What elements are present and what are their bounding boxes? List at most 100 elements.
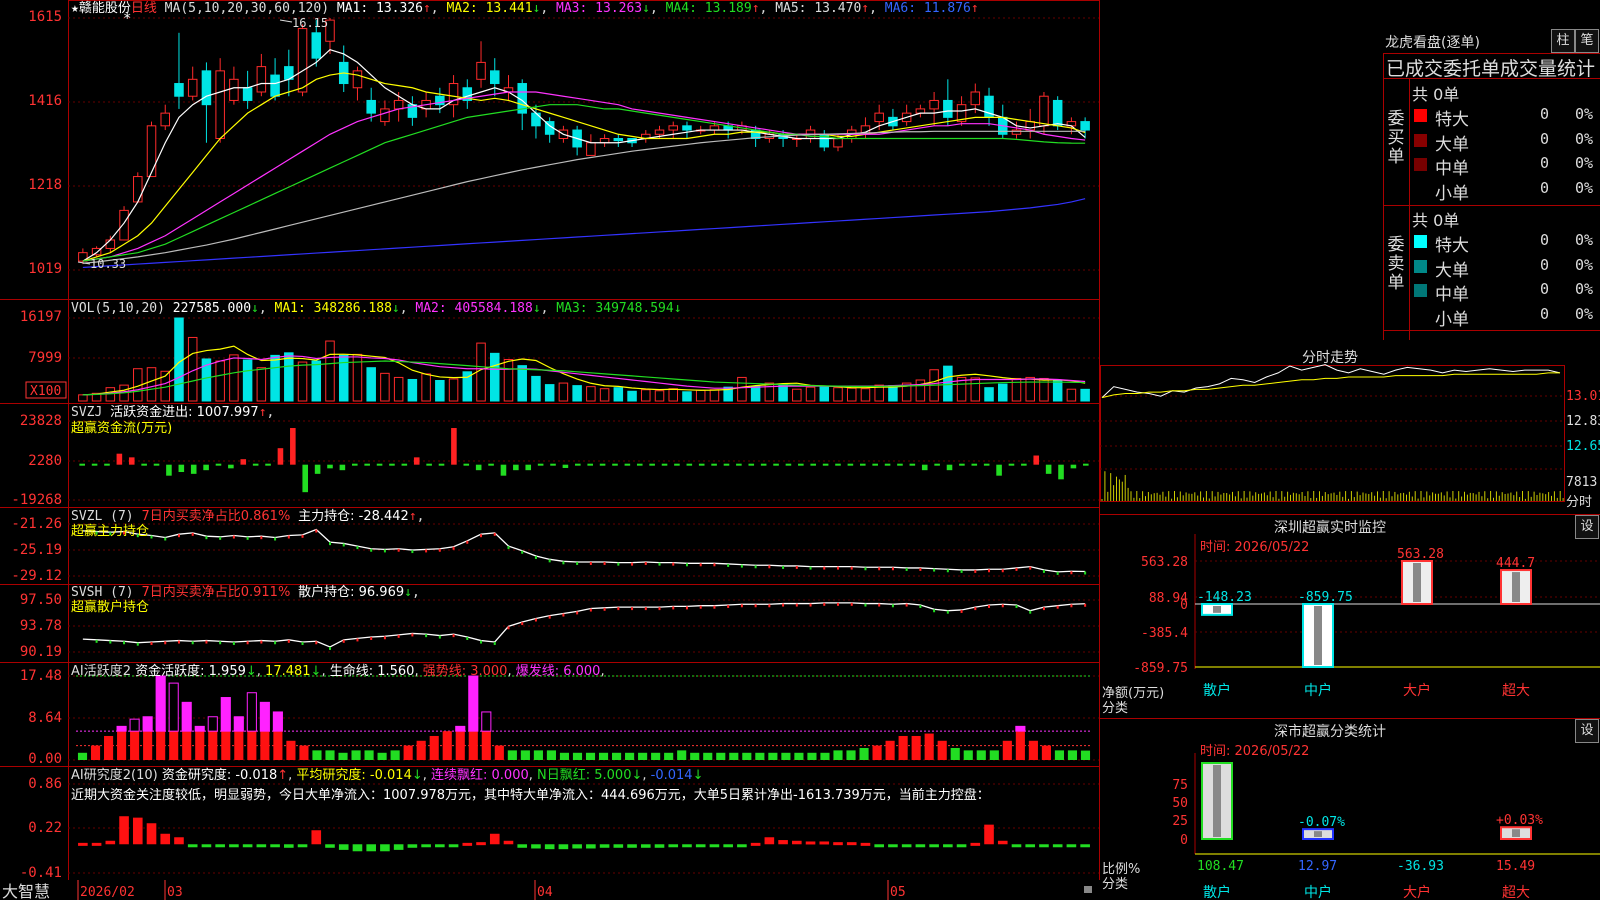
order-percent: 0%: [1575, 304, 1594, 323]
svzj-bar: [785, 463, 792, 466]
svzj-header: SVZJ 活跃资金进出: 1007.997↑,: [71, 405, 275, 420]
svzj-bar: [104, 463, 110, 466]
volume-bar: [709, 389, 720, 402]
svzj-bar: [1008, 463, 1015, 466]
aiact-bar: [416, 740, 426, 760]
intraday-avg-line: [1101, 372, 1560, 399]
aiact-bar: [221, 731, 231, 760]
candle: [586, 134, 596, 156]
class-bar-group: +0.03% 15.49 超大: [1496, 813, 1543, 900]
intraday-chart[interactable]: [1100, 341, 1600, 514]
aiact-bar: [260, 731, 270, 760]
aiact-axis-label: 17.48: [20, 668, 62, 684]
volume-bar: [860, 388, 871, 402]
aires-bar: [407, 844, 418, 848]
bar-mode-button[interactable]: 柱: [1551, 29, 1575, 53]
aires-bar: [792, 840, 802, 845]
candle-body: [586, 142, 596, 156]
svzj-bar: [723, 463, 730, 466]
svsh-hold: 散户持仓: 96.969: [298, 585, 405, 600]
class-bar-shade: [1314, 831, 1322, 837]
aires-bar: [778, 840, 788, 845]
period-label[interactable]: 日线: [131, 1, 157, 16]
candle-body: [146, 125, 157, 178]
volume-bar: [572, 385, 582, 402]
candle-body: [476, 61, 486, 80]
order-row: 小单 0 0%: [1410, 179, 1600, 204]
svzj-bar: [314, 464, 321, 474]
aiact-bar: [246, 692, 257, 732]
aiact-bar: [207, 716, 218, 732]
volume-bar: [270, 354, 280, 402]
svzj-bars: [79, 428, 1089, 493]
main-chart-area[interactable]: 1615 1416 1218 1019 16197 7999 23828 228…: [0, 0, 1100, 900]
lock-icon[interactable]: [1084, 886, 1092, 893]
monitor-value-label: 563.28: [1397, 547, 1444, 562]
aiact-bar: [259, 701, 270, 732]
order-percent: 0%: [1575, 129, 1594, 148]
aires-nred: N日飘红: 5.000: [537, 768, 632, 783]
svzj-bar: [79, 463, 85, 466]
class-bar-group: -0.07% 12.97 中户: [1298, 815, 1345, 900]
svsh-header: SVSH (7) 7日内买卖净占比0.911% 散户持仓: 96.969↓,: [71, 585, 420, 600]
aiact-bar: [442, 731, 452, 760]
candle: [229, 66, 239, 105]
dragon-title: 龙虎看盘(逐单): [1385, 35, 1480, 51]
monitor-bar-shade: [1512, 572, 1520, 602]
intraday-panel[interactable]: 分时走势 13.01 12.83 12.65 7813 分时: [1100, 341, 1600, 514]
aiact-bar: [612, 752, 622, 760]
svzj-bar: [537, 463, 544, 466]
volume-bar: [407, 378, 418, 402]
class-change-label: +0.03%: [1496, 813, 1543, 828]
aires-bar: [737, 844, 747, 848]
svzj-bar: [1070, 464, 1077, 469]
aiact-bar: [351, 750, 361, 760]
volume-bar: [1066, 388, 1077, 402]
volume-bar: [256, 367, 267, 402]
svzj-axis-label: -19268: [11, 492, 62, 508]
volume-bar: [311, 360, 322, 402]
candle-body: [490, 70, 500, 85]
class-value-label: -36.93: [1397, 859, 1444, 874]
aires-bar: [380, 844, 390, 852]
monitor-value-label: -148.23: [1197, 590, 1252, 605]
aiact-bar: [898, 735, 908, 760]
candle-body: [160, 112, 170, 127]
class-category-label: 超大: [1502, 885, 1530, 900]
volume-bar: [599, 388, 610, 402]
aiact-bar: [976, 750, 986, 760]
class-axis-label: 0: [1180, 833, 1188, 848]
svzj-bar: [389, 463, 395, 466]
svzj-bar: [401, 463, 408, 466]
candle-body: [599, 138, 610, 144]
stock-name[interactable]: ★赣能股份: [71, 1, 131, 16]
volume-bar: [146, 367, 157, 402]
svzj-bar: [736, 463, 742, 466]
svzj-bar: [290, 428, 296, 465]
aiact-bar: [638, 752, 648, 760]
svzj-bar: [302, 464, 309, 493]
volume-bar: [641, 389, 651, 402]
volume-bar: [229, 354, 239, 402]
ma2-value: MA2: 13.441: [446, 1, 533, 16]
aiact-bar: [742, 752, 752, 760]
order-count: 0: [1540, 105, 1550, 123]
candle: [476, 41, 486, 88]
svzj-bar: [661, 463, 668, 466]
candle: [888, 108, 898, 131]
svzj-bar: [897, 463, 903, 466]
candle-body: [1011, 129, 1022, 135]
aiact-bar: [807, 752, 817, 760]
price-axis-label: 1019: [28, 261, 62, 277]
aiact-bar: [872, 745, 882, 760]
svzj-axis-label: 23828: [20, 413, 62, 429]
aiact-bar: [729, 752, 739, 760]
svsh-axis-label: 97.50: [20, 592, 62, 608]
tick-mode-button[interactable]: 笔: [1575, 29, 1599, 53]
aires-bar: [1066, 844, 1077, 848]
aiact-bar: [755, 752, 765, 760]
aiact-v2: 17.481: [265, 664, 311, 679]
aiact-bar: [703, 752, 713, 760]
candle: [998, 104, 1008, 139]
monitor-category-label: 散户: [1203, 682, 1231, 699]
